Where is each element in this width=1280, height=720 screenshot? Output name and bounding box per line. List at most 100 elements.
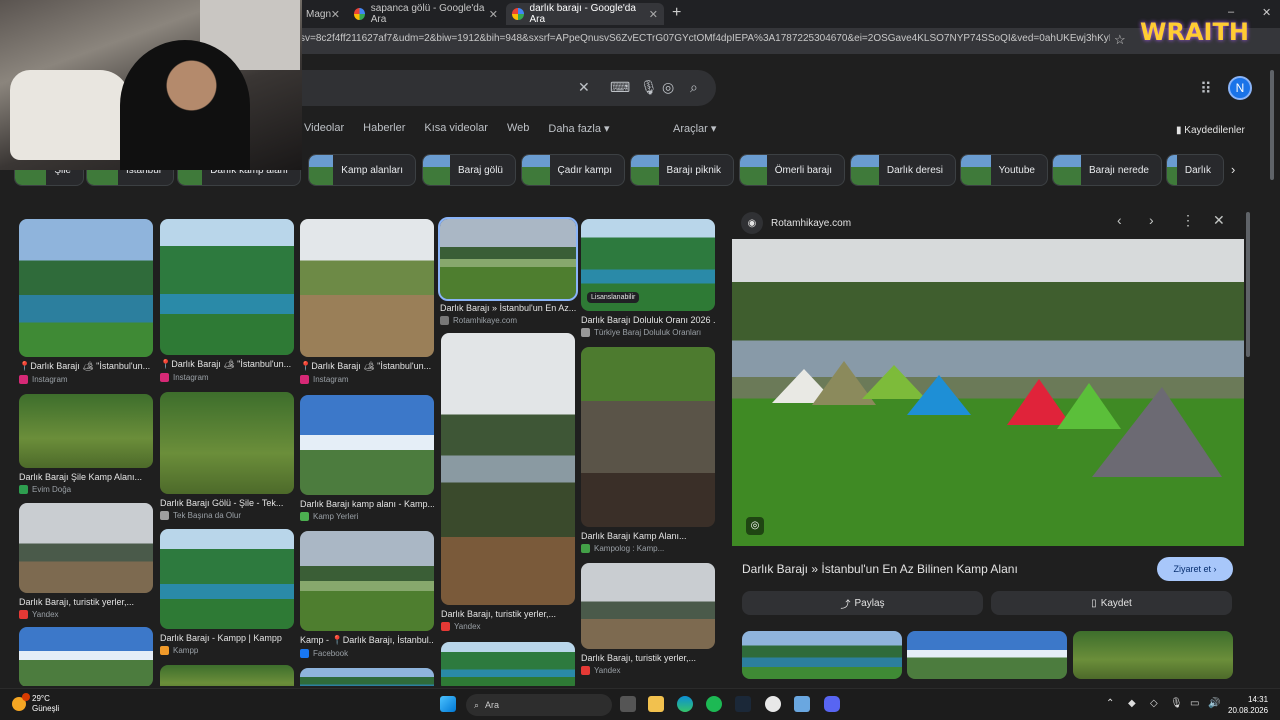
close-tab-icon[interactable]: ✕ bbox=[331, 8, 340, 21]
chip-baraji-nerede[interactable]: Barajı nerede bbox=[1052, 154, 1162, 186]
image-result[interactable]: Darlık Barajı, turistik yerler,... Yande… bbox=[441, 333, 575, 631]
chip-cadir-kampi[interactable]: Çadır kampı bbox=[521, 154, 625, 186]
app-icon[interactable] bbox=[765, 696, 781, 712]
taskbar-search[interactable]: ⌕ Ara bbox=[466, 694, 612, 716]
search-icon[interactable]: ⌕ bbox=[690, 79, 698, 96]
result-image bbox=[19, 219, 153, 357]
image-result[interactable]: Lisanslanabilir Darlık Barajı Doluluk Or… bbox=[581, 219, 715, 337]
image-result[interactable]: Darlık Barajı Şile Kamp Alanı... Evim Do… bbox=[19, 394, 153, 494]
result-image bbox=[19, 503, 153, 593]
yandex-icon bbox=[19, 610, 28, 619]
apps-grid-icon[interactable]: ⠿ bbox=[1200, 79, 1212, 99]
tab-darlik[interactable]: darlık barajı - Google'da Ara ✕ bbox=[506, 3, 664, 25]
tab-sapanca[interactable]: sapanca gölü - Google'da Ara ✕ bbox=[348, 3, 504, 25]
chip-omerli[interactable]: Ömerli barajı bbox=[739, 154, 845, 186]
tab-news[interactable]: Haberler bbox=[363, 122, 405, 135]
weather-widget[interactable]: 29°C Güneşli bbox=[12, 693, 59, 714]
minimize-button[interactable]: – bbox=[1228, 6, 1234, 18]
wraith-logo: WRAITH bbox=[1140, 18, 1249, 46]
chevron-right-icon[interactable]: › bbox=[1149, 212, 1154, 228]
image-result-selected[interactable]: Darlık Barajı » İstanbul'un En Az... Rot… bbox=[438, 217, 578, 325]
chip-baraj-golu[interactable]: Baraj gölü bbox=[422, 154, 516, 186]
tools-button[interactable]: Araçlar ▾ bbox=[673, 122, 716, 135]
edge-icon[interactable] bbox=[677, 696, 693, 712]
search-nav-tabs: Videolar Haberler Kısa videolar Web Daha… bbox=[304, 122, 629, 135]
chip-darlik[interactable]: Darlık bbox=[1166, 154, 1224, 186]
image-result[interactable]: Darlık Barajı Gölü - Şile - Tek... Tek B… bbox=[160, 392, 294, 520]
image-result[interactable]: Kamp - 📍Darlık Barajı, İstanbul... Faceb… bbox=[300, 531, 434, 658]
chip-baraji-piknik[interactable]: Barajı piknik bbox=[630, 154, 734, 186]
tab-web[interactable]: Web bbox=[507, 122, 529, 135]
save-button[interactable]: ▯ Kaydet bbox=[991, 591, 1232, 615]
tray-app-icon[interactable]: ◇ bbox=[1150, 698, 1158, 709]
search-input[interactable]: ✕ ⌨ 🎙 ◎ ⌕ bbox=[300, 70, 716, 106]
microphone-icon[interactable]: 🎙 bbox=[640, 79, 658, 96]
chip-kamp-alanlari[interactable]: Kamp alanları bbox=[308, 154, 416, 186]
tab-short-videos[interactable]: Kısa videolar bbox=[424, 122, 488, 135]
image-result[interactable]: 📍Darlık Barajı 🏕 "İstanbul'un... Instagr… bbox=[160, 219, 294, 382]
notepad-icon[interactable] bbox=[794, 696, 810, 712]
chevron-right-icon[interactable]: › bbox=[1231, 162, 1235, 177]
spotify-icon[interactable] bbox=[706, 696, 722, 712]
instagram-icon bbox=[19, 375, 28, 384]
close-tab-icon[interactable]: ✕ bbox=[649, 8, 658, 21]
chip-youtube[interactable]: Youtube bbox=[960, 154, 1048, 186]
network-icon[interactable]: ▭ bbox=[1190, 698, 1199, 709]
keyboard-icon[interactable]: ⌨ bbox=[610, 79, 630, 96]
site-favicon: ◉ bbox=[741, 212, 763, 234]
tab-videos[interactable]: Videolar bbox=[304, 122, 344, 135]
chevron-left-icon[interactable]: ‹ bbox=[1117, 212, 1122, 228]
lens-search-icon[interactable]: ◎ bbox=[746, 517, 764, 535]
image-result[interactable]: 📍Darlık Barajı 🏕 "İstanbul'un... Instagr… bbox=[300, 219, 434, 384]
close-preview-icon[interactable]: ✕ bbox=[1213, 212, 1225, 229]
system-clock[interactable]: 14:31 20.08.2026 bbox=[1228, 694, 1268, 716]
lens-icon[interactable]: ◎ bbox=[662, 79, 674, 96]
image-result[interactable]: Darlık Barajı Kamp Alanı... Kampolog : K… bbox=[581, 347, 715, 553]
task-view-icon[interactable] bbox=[620, 696, 636, 712]
result-image bbox=[581, 563, 715, 649]
preview-source[interactable]: ◉ Rotamhikaye.com bbox=[741, 212, 851, 234]
result-image bbox=[581, 347, 715, 527]
close-window-button[interactable]: ✕ bbox=[1262, 6, 1271, 19]
preview-image[interactable]: ◎ bbox=[732, 239, 1244, 546]
close-tab-icon[interactable]: ✕ bbox=[489, 8, 498, 21]
image-result[interactable]: Darlık Barajı, turistik yerler,... Yande… bbox=[19, 503, 153, 619]
steam-icon[interactable] bbox=[735, 696, 751, 712]
page-scrollbar[interactable] bbox=[1270, 70, 1274, 180]
url-field[interactable]: sv=8c2f4ff211627af7&udm=2&biw=1912&bih=9… bbox=[300, 33, 1110, 44]
site-icon bbox=[300, 512, 309, 521]
image-result[interactable] bbox=[160, 665, 294, 686]
tab-more[interactable]: Daha fazla ▾ bbox=[548, 122, 609, 135]
image-result[interactable] bbox=[441, 642, 575, 686]
preview-title[interactable]: Darlık Barajı » İstanbul'un En Az Biline… bbox=[742, 562, 1018, 576]
visit-button[interactable]: Ziyaret et › bbox=[1157, 557, 1233, 581]
saved-button[interactable]: ▮ Kaydedilenler bbox=[1176, 125, 1245, 136]
share-button[interactable]: ⤴ Paylaş bbox=[742, 591, 983, 615]
microphone-icon[interactable]: 🎙 bbox=[1170, 698, 1183, 709]
result-image bbox=[441, 642, 575, 686]
chip-darlik-deresi[interactable]: Darlık deresi bbox=[850, 154, 956, 186]
related-image[interactable] bbox=[742, 631, 902, 679]
image-result[interactable]: Darlık Barajı - Kampp | Kampp Kampp bbox=[160, 529, 294, 655]
image-result[interactable]: Darlık Barajı kamp alanı - Kamp... Kamp … bbox=[300, 395, 434, 521]
streamer bbox=[120, 40, 250, 170]
bookmark-star-icon[interactable]: ☆ bbox=[1114, 32, 1126, 48]
clear-icon[interactable]: ✕ bbox=[578, 79, 590, 96]
start-icon[interactable] bbox=[440, 696, 456, 712]
volume-icon[interactable]: 🔊 bbox=[1208, 698, 1220, 709]
tray-app-icon[interactable]: ◆ bbox=[1128, 698, 1136, 709]
related-image[interactable] bbox=[1073, 631, 1233, 679]
image-result[interactable] bbox=[19, 627, 153, 686]
image-result[interactable]: 📍Darlık Barajı 🏕 "İstanbul'un... Instagr… bbox=[19, 219, 153, 384]
new-tab-button[interactable]: + bbox=[672, 4, 681, 22]
related-image[interactable] bbox=[907, 631, 1067, 679]
file-explorer-icon[interactable] bbox=[648, 696, 664, 712]
preview-scrollbar[interactable] bbox=[1246, 212, 1250, 357]
discord-icon[interactable] bbox=[824, 696, 840, 712]
tab-magnific[interactable]: Magnific ✕ bbox=[300, 3, 346, 25]
image-result[interactable] bbox=[300, 668, 434, 686]
more-options-icon[interactable]: ⋮ bbox=[1181, 212, 1195, 229]
image-result[interactable]: Darlık Barajı, turistik yerler,... Yande… bbox=[581, 563, 715, 675]
chevron-up-icon[interactable]: ⌃ bbox=[1106, 698, 1114, 709]
avatar[interactable]: N bbox=[1228, 76, 1252, 100]
